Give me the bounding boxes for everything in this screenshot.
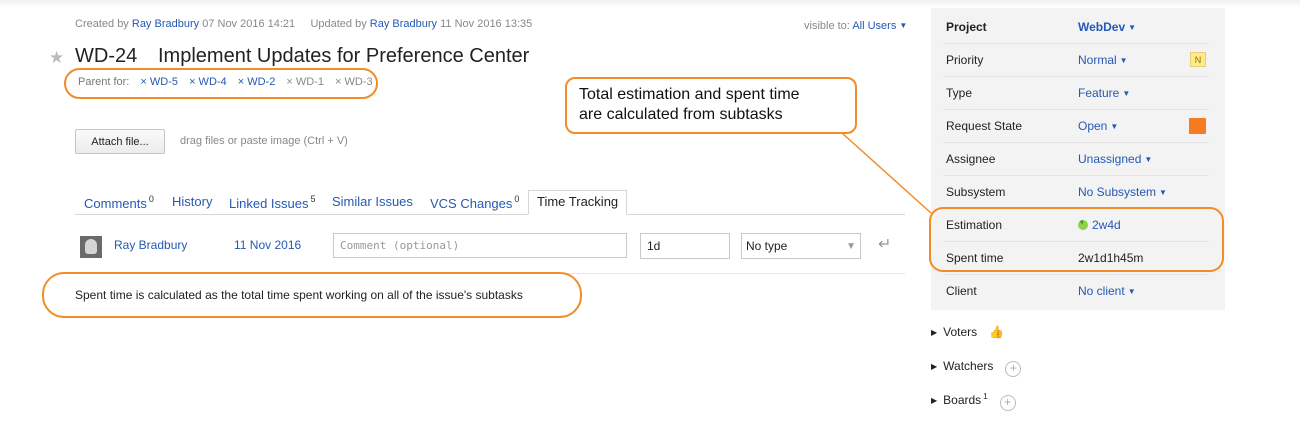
- boards-count: 1: [983, 392, 988, 401]
- triangle-right-icon: ▶: [931, 396, 938, 405]
- watchers-label: Watchers: [943, 359, 994, 373]
- voters-label: Voters: [943, 325, 978, 339]
- add-board-icon[interactable]: +: [999, 395, 1016, 411]
- voters-section[interactable]: ▶ Voters 👍: [931, 325, 1004, 339]
- triangle-right-icon: ▶: [931, 328, 938, 337]
- connector-line: [841, 132, 932, 214]
- add-watcher-icon[interactable]: +: [1005, 361, 1022, 377]
- callout-connector: [841, 132, 932, 214]
- boards-label: Boards: [943, 393, 982, 407]
- watchers-section[interactable]: ▶ Watchers +: [931, 359, 1022, 377]
- thumbs-up-icon[interactable]: 👍: [989, 325, 1004, 339]
- boards-section[interactable]: ▶ Boards 1 +: [931, 392, 1016, 411]
- triangle-right-icon: ▶: [931, 362, 938, 371]
